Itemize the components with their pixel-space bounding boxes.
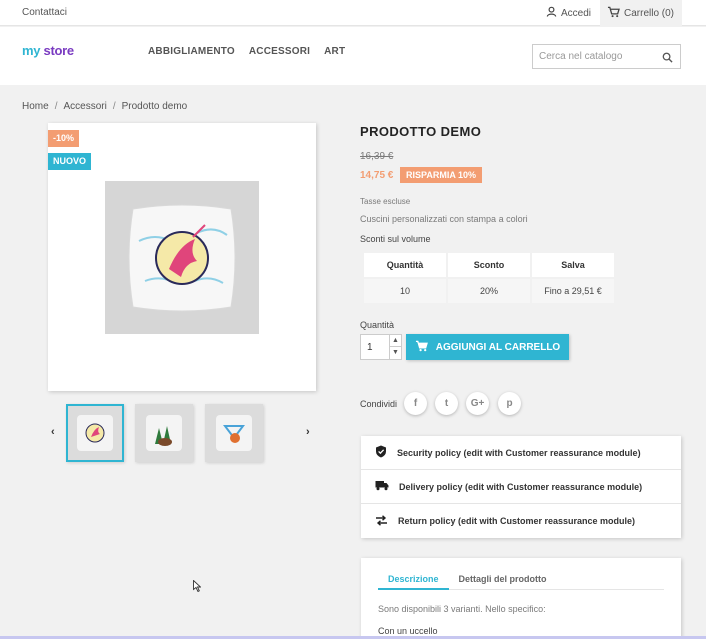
arrows-icon bbox=[375, 514, 388, 528]
table-cell: 10 bbox=[364, 279, 446, 303]
login-link[interactable]: Accedi bbox=[546, 6, 591, 20]
nav-item-abbigliamento[interactable]: ABBIGLIAMENTO bbox=[148, 46, 235, 57]
breadcrumb-separator: / bbox=[54, 101, 58, 112]
chevron-down-icon[interactable]: ▼ bbox=[389, 347, 401, 359]
store-logo[interactable]: my store bbox=[22, 43, 74, 58]
tax-label: Tasse escluse bbox=[360, 197, 411, 206]
search-input[interactable] bbox=[533, 45, 651, 68]
table-cell: 20% bbox=[448, 279, 530, 303]
add-to-cart-label: AGGIUNGI AL CARRELLO bbox=[435, 341, 561, 353]
discount-flag: -10% bbox=[48, 130, 80, 147]
chevron-up-icon[interactable]: ▲ bbox=[389, 335, 401, 347]
search-box bbox=[532, 44, 681, 69]
short-description: Cuscini personalizzati con stampa a colo… bbox=[360, 214, 528, 224]
cart-icon bbox=[607, 6, 620, 21]
tabs: Descrizione Dettagli del prodotto bbox=[378, 570, 664, 590]
pinterest-icon[interactable]: p bbox=[498, 392, 521, 415]
reassurance-text: Return policy (edit with Customer reassu… bbox=[398, 516, 636, 526]
cart-button[interactable]: Carrello (0) bbox=[600, 0, 682, 26]
quantity-label: Quantità bbox=[360, 320, 395, 330]
new-flag: NUOVO bbox=[48, 153, 92, 170]
reassurance-item: Delivery policy (edit with Customer reas… bbox=[361, 470, 681, 504]
table-header: Salva bbox=[532, 253, 614, 277]
contact-link[interactable]: Contattaci bbox=[22, 7, 67, 18]
header: my store ABBIGLIAMENTO ACCESSORI ART bbox=[0, 27, 706, 85]
table-cell: Fino a 29,51 € bbox=[532, 279, 614, 303]
login-label: Accedi bbox=[561, 7, 592, 19]
table-row: 10 20% Fino a 29,51 € bbox=[364, 279, 614, 303]
volume-discount-table: Quantità Sconto Salva 10 20% Fino a 29,5… bbox=[362, 251, 616, 305]
reassurance-item: Return policy (edit with Customer reassu… bbox=[361, 504, 681, 538]
top-bar: Contattaci Accedi Carrello (0) bbox=[0, 0, 706, 26]
truck-icon bbox=[375, 480, 389, 493]
description-text: Sono disponibili 3 varianti. Nello speci… bbox=[378, 604, 546, 614]
thumbnail-2[interactable] bbox=[135, 404, 193, 462]
search-icon[interactable] bbox=[662, 52, 673, 66]
main-nav: ABBIGLIAMENTO ACCESSORI ART bbox=[148, 46, 345, 57]
thumbnail-3[interactable] bbox=[205, 404, 263, 462]
description-text-2: Con un uccello bbox=[378, 626, 438, 636]
add-to-cart-button[interactable]: AGGIUNGI AL CARRELLO bbox=[406, 334, 569, 360]
breadcrumb-home[interactable]: Home bbox=[22, 101, 49, 112]
table-header: Sconto bbox=[448, 253, 530, 277]
reassurance-text: Security policy (edit with Customer reas… bbox=[397, 447, 641, 458]
breadcrumb-current: Prodotto demo bbox=[121, 101, 188, 112]
user-icon bbox=[546, 6, 557, 20]
cart-label: Carrello (0) bbox=[624, 7, 675, 19]
product-title: PRODOTTO DEMO bbox=[360, 124, 482, 139]
thumbnail-1[interactable] bbox=[66, 404, 124, 462]
quantity-input[interactable] bbox=[361, 335, 389, 359]
current-price: 14,75 € bbox=[360, 170, 394, 181]
mouse-cursor-icon bbox=[193, 579, 202, 595]
regular-price: 16,39 € bbox=[360, 151, 394, 162]
chevron-left-icon[interactable]: ‹ bbox=[51, 426, 55, 438]
nav-item-art[interactable]: ART bbox=[324, 46, 345, 57]
description-panel: Descrizione Dettagli del prodotto Sono d… bbox=[361, 558, 681, 639]
reassurance-item: Security policy (edit with Customer reas… bbox=[361, 436, 681, 470]
nav-item-accessori[interactable]: ACCESSORI bbox=[249, 46, 310, 57]
chevron-right-icon[interactable]: › bbox=[306, 426, 310, 438]
tab-description[interactable]: Descrizione bbox=[378, 570, 449, 590]
shield-icon bbox=[375, 445, 387, 460]
google-plus-icon[interactable]: G+ bbox=[466, 392, 489, 415]
reassurance-text: Delivery policy (edit with Customer reas… bbox=[399, 481, 643, 492]
facebook-icon[interactable]: f bbox=[404, 392, 427, 415]
share-label: Condividi bbox=[360, 399, 398, 409]
table-header: Quantità bbox=[364, 253, 446, 277]
tab-product-details[interactable]: Dettagli del prodotto bbox=[449, 570, 557, 590]
breadcrumb: Home / Accessori / Prodotto demo bbox=[22, 101, 187, 112]
reassurance-block: Security policy (edit with Customer reas… bbox=[361, 436, 681, 538]
breadcrumb-accessori[interactable]: Accessori bbox=[63, 101, 106, 112]
volume-discount-title: Sconti sul volume bbox=[360, 234, 431, 244]
cart-icon bbox=[415, 340, 428, 355]
breadcrumb-separator: / bbox=[112, 101, 116, 112]
quantity-stepper: ▲ ▼ bbox=[360, 334, 402, 360]
discount-badge: RISPARMIA 10% bbox=[400, 167, 483, 183]
twitter-icon[interactable]: t bbox=[435, 392, 458, 415]
product-image[interactable] bbox=[105, 181, 259, 334]
